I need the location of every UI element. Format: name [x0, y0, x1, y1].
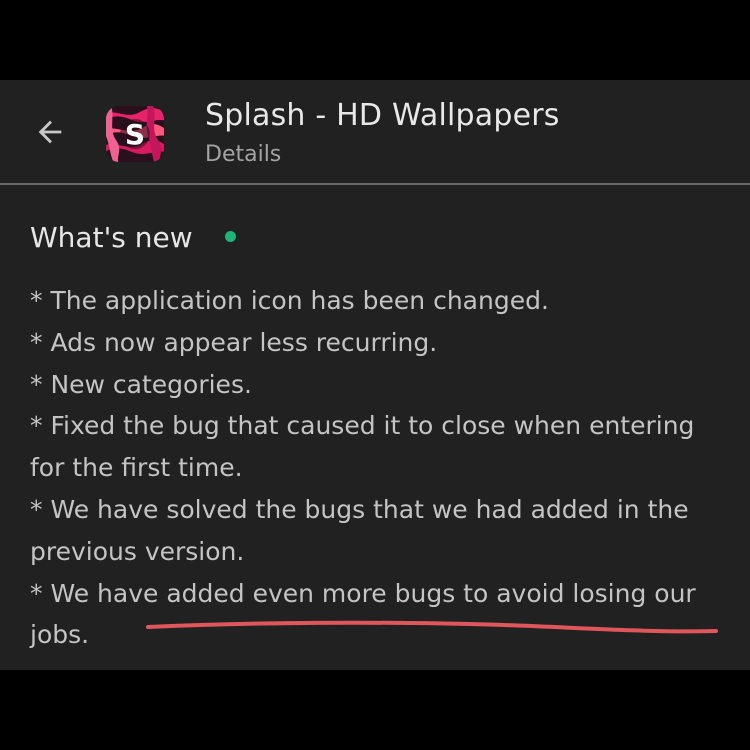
app-icon[interactable]: S: [106, 106, 164, 162]
app-title: Splash - HD Wallpapers: [205, 98, 560, 133]
release-note-line: * The application icon has been changed.: [30, 286, 549, 315]
release-notes: * The application icon has been changed.…: [30, 280, 730, 656]
whats-new-title: What's new: [30, 221, 193, 254]
release-note-line: * Ads now appear less recurring.: [30, 327, 438, 357]
splash-logo-icon: S: [106, 106, 164, 162]
page-subtitle: Details: [205, 142, 282, 167]
release-note-line: * We have solved the bugs that we had ad…: [30, 494, 689, 524]
release-note-line: * New categories.: [30, 369, 252, 399]
arrow-left-icon: [38, 120, 62, 144]
back-button[interactable]: [28, 110, 72, 154]
release-note-line: jobs.: [30, 620, 90, 650]
release-note-line: * Fixed the bug that caused it to close …: [30, 411, 695, 441]
app-details-screen: S Splash - HD Wallpapers Details What's …: [0, 80, 750, 670]
release-note-line: * We have added even more bugs to avoid …: [30, 578, 696, 608]
header-divider: [0, 183, 750, 185]
release-note-line: previous version.: [30, 536, 245, 566]
top-app-bar: S Splash - HD Wallpapers Details: [0, 80, 750, 183]
release-note-line: for the first time.: [30, 453, 243, 483]
new-indicator-dot: [225, 231, 236, 242]
app-icon-letter: S: [125, 118, 145, 151]
